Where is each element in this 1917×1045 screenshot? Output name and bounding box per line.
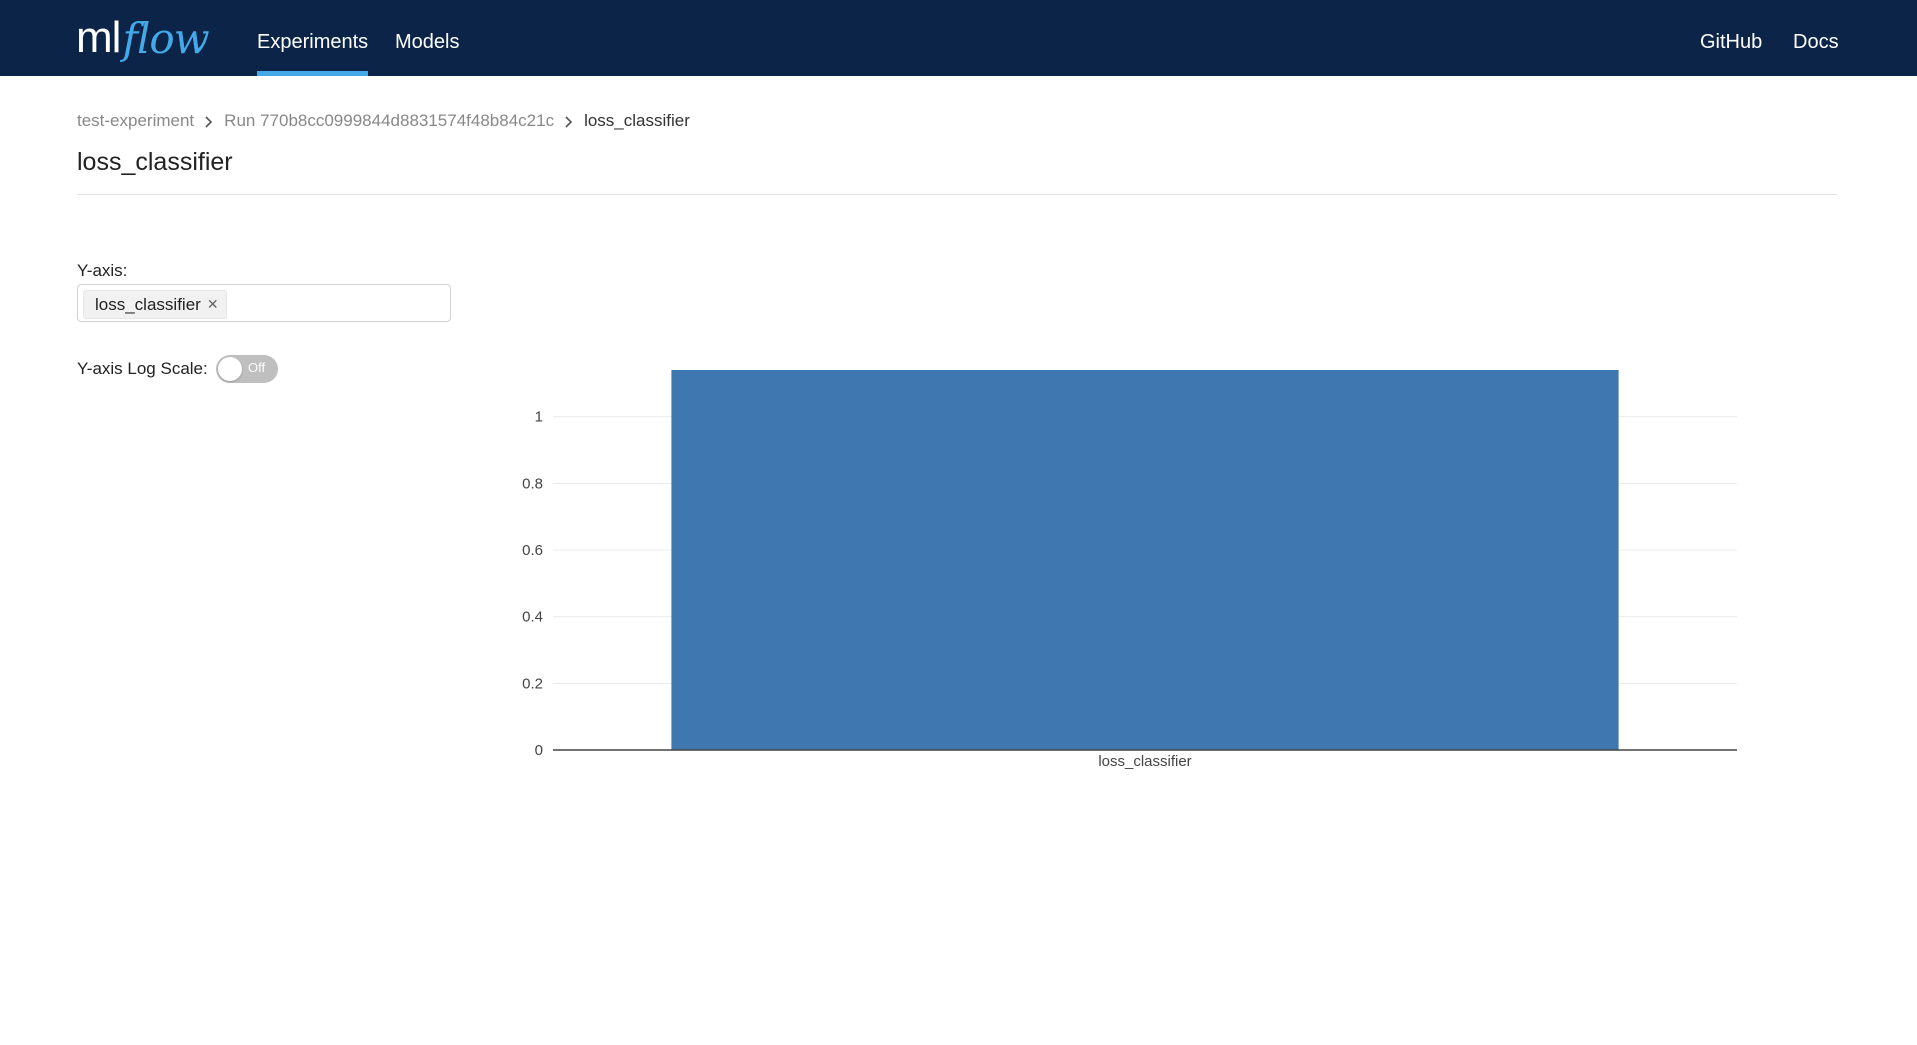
bar-chart: 0 0.2 0.4 0.6 0.8 1 loss_classifier	[522, 370, 1737, 770]
chevron-right-icon	[554, 111, 584, 131]
page-title: loss_classifier	[77, 148, 233, 176]
yaxis-tag-label: loss_classifier	[95, 294, 201, 314]
chevron-right-icon	[194, 111, 224, 131]
title-divider	[77, 194, 1837, 195]
bar	[671, 370, 1619, 750]
y-tick-label: 0	[535, 742, 543, 759]
y-tick-label: 1	[535, 409, 543, 426]
mlflow-logo[interactable]: ml flow	[76, 12, 210, 64]
yaxis-tag: loss_classifier ✕	[83, 290, 227, 319]
y-tick-label: 0.6	[522, 542, 543, 559]
toggle-knob	[218, 357, 242, 381]
close-icon[interactable]: ✕	[207, 296, 219, 313]
breadcrumb: test-experiment Run 770b8cc0999844d88315…	[77, 108, 690, 134]
x-tick-label: loss_classifier	[1098, 753, 1191, 770]
nav-docs[interactable]: Docs	[1793, 0, 1839, 76]
top-navbar: ml flow Experiments Models GitHub Docs	[0, 0, 1917, 76]
nav-experiments[interactable]: Experiments	[257, 0, 369, 76]
yaxis-select[interactable]: loss_classifier ✕	[77, 284, 451, 322]
nav-github[interactable]: GitHub	[1700, 0, 1762, 76]
y-tick-label: 0.8	[522, 475, 543, 492]
breadcrumb-experiment[interactable]: test-experiment	[77, 111, 194, 131]
toggle-state-text: Off	[248, 360, 266, 375]
log-scale-toggle[interactable]: Off	[216, 355, 278, 383]
y-tick-label: 0.4	[522, 609, 543, 626]
logo-flow-text: flow	[122, 13, 209, 63]
breadcrumb-metric: loss_classifier	[584, 111, 690, 130]
breadcrumb-run[interactable]: Run 770b8cc0999844d8831574f48b84c21c	[224, 111, 554, 131]
y-tick-label: 0.2	[522, 675, 543, 692]
logo-ml-text: ml	[76, 13, 121, 62]
nav-models[interactable]: Models	[395, 0, 459, 76]
yaxis-label: Y-axis:	[77, 261, 128, 280]
log-scale-label: Y-axis Log Scale:	[77, 359, 208, 378]
